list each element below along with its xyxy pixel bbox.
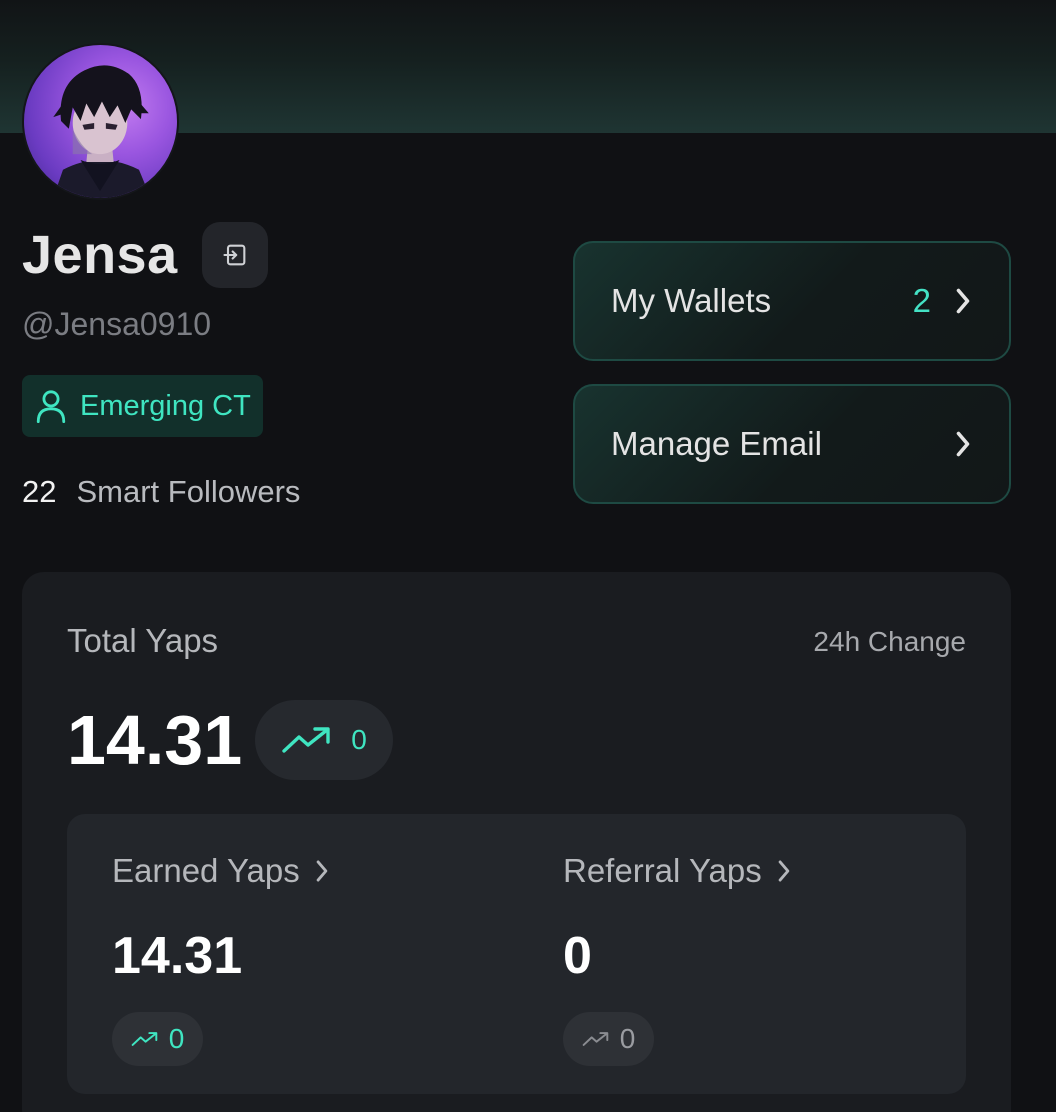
total-yaps-value: 14.31 [67, 701, 243, 779]
referral-yaps-value: 0 [563, 927, 592, 985]
logout-icon [223, 244, 246, 266]
earned-yaps-label: Earned Yaps [112, 852, 300, 889]
wallets-count: 2 [912, 282, 931, 319]
earned-yaps-change: 0 [168, 1023, 185, 1054]
smart-followers: 22 Smart Followers [22, 474, 300, 510]
referral-yaps-change: 0 [619, 1023, 636, 1054]
trending-up-icon [282, 727, 330, 753]
avatar-image [53, 65, 151, 198]
yaps-breakdown: Earned Yaps 14.31 0 Referral Yaps 0 0 [67, 814, 966, 1094]
smart-followers-count: 22 [22, 474, 57, 509]
total-yaps-label: Total Yaps [67, 622, 219, 659]
total-yaps-change: 0 [351, 724, 367, 755]
earned-yaps[interactable]: Earned Yaps 14.31 0 [112, 852, 330, 1066]
chevron-right-icon [778, 860, 790, 882]
chevron-right-icon [956, 288, 970, 314]
smart-followers-label: Smart Followers [76, 474, 301, 509]
referral-yaps[interactable]: Referral Yaps 0 0 [563, 852, 792, 1066]
referral-yaps-label: Referral Yaps [563, 852, 762, 889]
trending-up-icon [582, 1032, 608, 1046]
user-icon [36, 390, 66, 423]
manage-email-button[interactable]: Manage Email [573, 384, 1011, 504]
earned-yaps-value: 14.31 [112, 927, 243, 985]
my-wallets-button[interactable]: My Wallets 2 [573, 241, 1011, 361]
logout-button[interactable] [201, 222, 268, 288]
avatar[interactable] [22, 43, 179, 200]
profile-handle: @Jensa0910 [22, 306, 212, 342]
earned-yaps-change-pill: 0 [112, 1012, 203, 1066]
yaps-card: Total Yaps 24h Change 14.31 0 Earned Yap… [22, 572, 1011, 1112]
my-wallets-label: My Wallets [611, 282, 772, 319]
profile-name: Jensa [22, 225, 178, 285]
chevron-right-icon [956, 431, 970, 457]
trending-up-icon [131, 1032, 157, 1046]
rank-badge: Emerging CT [22, 375, 263, 437]
manage-email-label: Manage Email [611, 425, 822, 462]
chevron-right-icon [316, 860, 328, 882]
referral-yaps-change-pill: 0 [563, 1012, 654, 1066]
total-yaps-change-pill: 0 [255, 700, 393, 780]
change-24h-label: 24h Change [813, 626, 966, 657]
rank-badge-label: Emerging CT [80, 389, 251, 422]
